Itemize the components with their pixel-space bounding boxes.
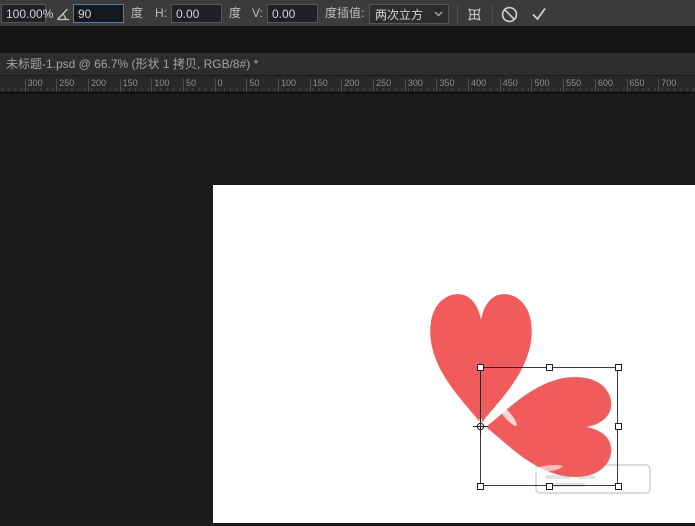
ruler-major-tick bbox=[595, 79, 596, 92]
ruler-major-tick bbox=[500, 79, 501, 92]
ruler-number: 600 bbox=[598, 78, 613, 88]
ruler-number: 50 bbox=[249, 78, 259, 88]
transform-handle[interactable] bbox=[477, 483, 484, 490]
canvas-white-area[interactable] bbox=[213, 185, 695, 523]
cancel-transform-button[interactable] bbox=[497, 3, 521, 25]
rotation-unit-label: 度 bbox=[131, 4, 143, 23]
skew-h-value: 0.00 bbox=[176, 7, 199, 21]
ruler-major-tick bbox=[405, 79, 406, 92]
ruler-major-tick bbox=[436, 79, 437, 92]
ruler-major-tick bbox=[25, 79, 26, 92]
ruler-major-tick bbox=[246, 79, 247, 92]
ruler-number: 200 bbox=[91, 78, 106, 88]
app-background-strip bbox=[0, 28, 695, 53]
ruler-number: 150 bbox=[123, 78, 138, 88]
skew-h-unit-label: 度 bbox=[229, 4, 241, 23]
ruler-number: 100 bbox=[154, 78, 169, 88]
scale-percent-value: 100.00% bbox=[6, 7, 53, 21]
ruler-major-tick bbox=[531, 79, 532, 92]
transform-handle[interactable] bbox=[615, 364, 622, 371]
transform-handle[interactable] bbox=[477, 364, 484, 371]
ruler-number: 350 bbox=[439, 78, 454, 88]
skew-v-label: V: bbox=[252, 4, 263, 23]
ruler-number: 200 bbox=[344, 78, 359, 88]
ruler-number: 400 bbox=[471, 78, 486, 88]
ruler-major-tick bbox=[120, 79, 121, 92]
ruler-major-tick bbox=[373, 79, 374, 92]
document-tab-bar: 未标题-1.psd @ 66.7% (形状 1 拷贝, RGB/8#) * bbox=[0, 53, 695, 76]
scale-percent-field[interactable]: 100.00% bbox=[1, 4, 46, 23]
ruler-major-tick bbox=[341, 79, 342, 92]
warp-grid-icon bbox=[465, 5, 484, 24]
ruler-number: 150 bbox=[313, 78, 328, 88]
transform-options-bar: 100.00% 90 度 H: 0.00 度 V: 0.00 度 插值: 两次立… bbox=[0, 0, 695, 28]
ruler-number: 50 bbox=[186, 78, 196, 88]
transform-handle[interactable] bbox=[615, 483, 622, 490]
ruler-number: 300 bbox=[28, 78, 43, 88]
ruler-major-tick bbox=[151, 79, 152, 92]
ruler-number: 250 bbox=[376, 78, 391, 88]
ruler-major-tick bbox=[88, 79, 89, 92]
ruler-major-tick bbox=[183, 79, 184, 92]
rotate-angle-icon bbox=[55, 6, 71, 22]
transform-handle[interactable] bbox=[546, 364, 553, 371]
ruler-number: 700 bbox=[661, 78, 676, 88]
ruler-major-tick bbox=[310, 79, 311, 92]
ruler-number: 300 bbox=[408, 78, 423, 88]
ruler-number: 500 bbox=[534, 78, 549, 88]
ruler-major-tick bbox=[278, 79, 279, 92]
ruler-major-tick bbox=[627, 79, 628, 92]
ruler-number: 550 bbox=[566, 78, 581, 88]
interpolation-select[interactable]: 两次立方 bbox=[369, 4, 449, 24]
ruler-number: 100 bbox=[281, 78, 296, 88]
warp-mode-toggle-button[interactable] bbox=[462, 3, 486, 25]
ruler-number: 650 bbox=[630, 78, 645, 88]
ruler-major-tick bbox=[215, 79, 216, 92]
ruler-major-tick bbox=[56, 79, 57, 92]
cancel-icon bbox=[500, 5, 519, 24]
ruler-number: 0 bbox=[218, 78, 223, 88]
ruler-number: 450 bbox=[503, 78, 518, 88]
skew-h-label: H: bbox=[155, 4, 167, 23]
horizontal-ruler[interactable]: 3002502001501005005010015020025030035040… bbox=[0, 76, 695, 93]
transform-bounding-box[interactable] bbox=[480, 367, 618, 486]
commit-transform-button[interactable] bbox=[527, 3, 551, 25]
rotation-angle-value: 90 bbox=[78, 7, 91, 21]
skew-h-input[interactable]: 0.00 bbox=[171, 4, 222, 23]
skew-v-unit-label: 度 bbox=[325, 4, 337, 23]
document-tab-title[interactable]: 未标题-1.psd @ 66.7% (形状 1 拷贝, RGB/8#) * bbox=[6, 57, 258, 71]
skew-v-value: 0.00 bbox=[272, 7, 295, 21]
transform-handle[interactable] bbox=[546, 483, 553, 490]
document-pasteboard bbox=[0, 93, 695, 523]
ruler-major-tick bbox=[468, 79, 469, 92]
transform-reference-point[interactable] bbox=[473, 419, 488, 434]
ruler-number: 250 bbox=[59, 78, 74, 88]
ruler-major-tick bbox=[658, 79, 659, 92]
transform-handle[interactable] bbox=[615, 423, 622, 430]
toolbar-separator bbox=[492, 4, 493, 24]
toolbar-separator bbox=[457, 4, 458, 24]
checkmark-icon bbox=[529, 4, 549, 24]
skew-v-input[interactable]: 0.00 bbox=[267, 4, 318, 23]
rotation-angle-input[interactable]: 90 bbox=[73, 4, 124, 23]
ruler-major-tick bbox=[563, 79, 564, 92]
chevron-down-icon bbox=[434, 11, 443, 17]
interpolation-selected-value: 两次立方 bbox=[375, 6, 428, 23]
interpolation-label: 插值: bbox=[337, 4, 364, 23]
